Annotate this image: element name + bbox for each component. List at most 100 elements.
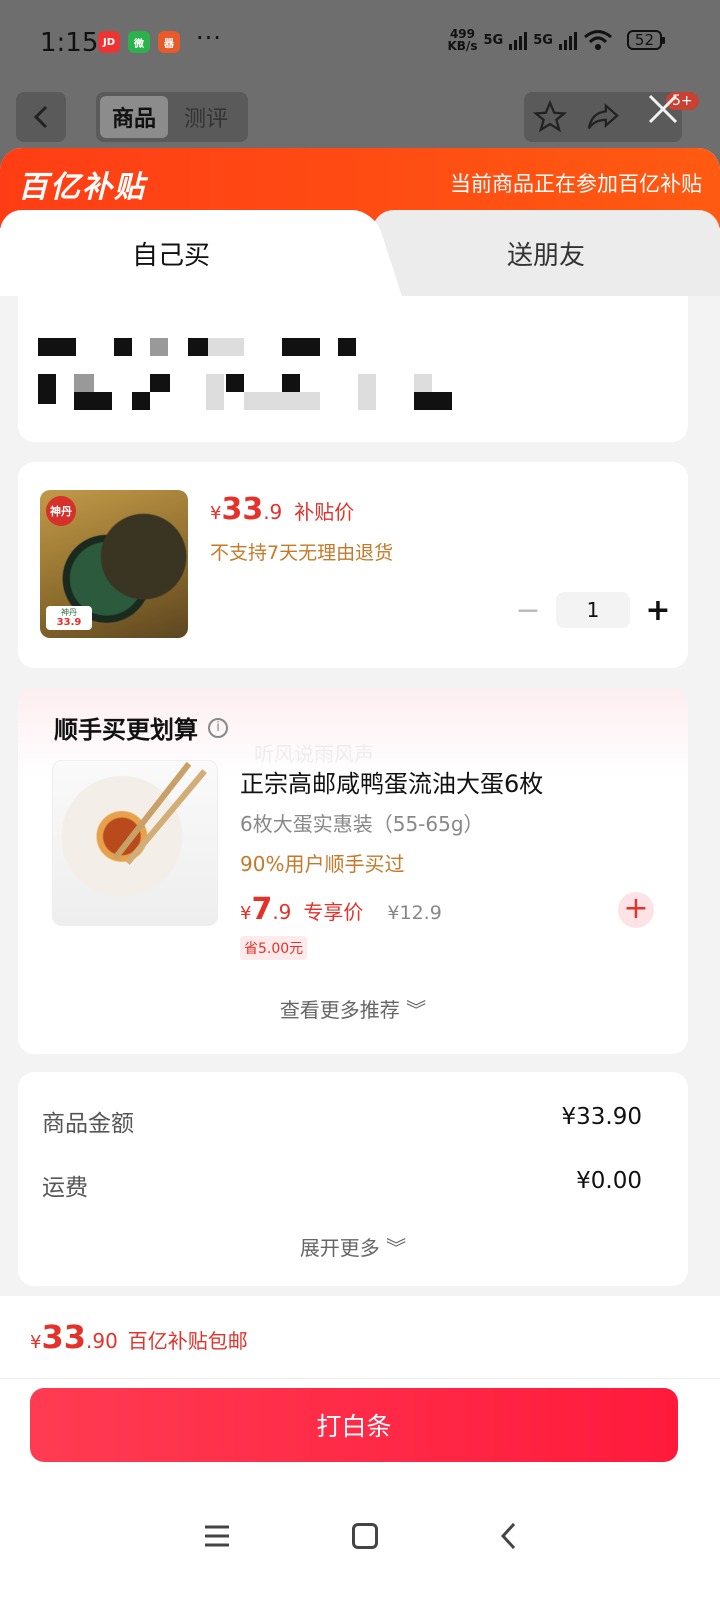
buy-mode-tabs: 送朋友 自己买: [0, 210, 720, 296]
redacted-block: [38, 338, 76, 356]
status-bar: 1:15 JD 微 器 ··· 499 KB/s 5G 5G 52: [0, 0, 720, 88]
status-time: 1:15: [40, 28, 99, 58]
back-nav-icon[interactable]: [498, 1521, 518, 1551]
expand-more-link[interactable]: 展开更多 ︾: [18, 1232, 688, 1261]
price-decimal: .9: [263, 500, 283, 524]
signal-bars-icon: [509, 30, 528, 50]
recommend-users-note: 90%用户顺手买过: [240, 852, 405, 876]
redacted-block: [414, 374, 432, 392]
subsidy-note: 当前商品正在参加百亿补贴: [450, 172, 702, 196]
redacted-block: [188, 338, 208, 356]
recommend-price: ¥ 7 .9 专享价 ¥12.9: [240, 892, 442, 927]
redacted-block: [150, 374, 170, 392]
net-speed: 499 KB/s: [447, 28, 477, 52]
redacted-block: [414, 392, 452, 410]
chopstick-graphic: [125, 769, 207, 865]
redacted-block: [114, 338, 132, 356]
pay-baitiao-button[interactable]: 打白条: [30, 1388, 678, 1462]
signal-bars-icon-2: [558, 30, 577, 50]
divider: [0, 1378, 720, 1379]
quantity-stepper: − 1 +: [508, 592, 678, 628]
chevron-left-icon: [33, 105, 48, 129]
battery-indicator: 52: [626, 30, 666, 50]
total-note: 百亿补贴包邮: [127, 1329, 248, 1353]
redacted-block: [38, 374, 56, 404]
redacted-block: [358, 374, 376, 410]
redacted-block: [282, 374, 300, 392]
redacted-block: [226, 374, 244, 392]
amount-row: 商品金额 ¥33.90: [42, 1104, 642, 1138]
savings-badge: 省5.00元: [240, 936, 308, 960]
more-recommendations-link[interactable]: 查看更多推荐 ︾: [18, 994, 688, 1023]
redacted-block: [74, 374, 94, 392]
redacted-block: [150, 338, 168, 356]
price-integer: 7: [251, 892, 273, 927]
tab-product[interactable]: 商品: [100, 96, 168, 138]
price-integer: 33: [221, 492, 264, 527]
product-image-brand: 神丹: [61, 608, 77, 617]
notification-app-icon: 器: [158, 31, 180, 53]
status-indicators: 499 KB/s 5G 5G 52: [447, 28, 666, 52]
wechat-app-icon: 微: [128, 31, 150, 53]
no-return-notice: 不支持7天无理由退货: [210, 542, 394, 564]
address-card[interactable]: [18, 296, 688, 442]
shipping-row: 运费 ¥0.00: [42, 1168, 642, 1202]
total-integer: 33: [41, 1318, 86, 1356]
shipping-label: 运费: [42, 1175, 88, 1201]
currency-symbol: ¥: [30, 1332, 42, 1353]
amount-value: ¥33.90: [561, 1104, 642, 1130]
chopstick-graphic: [112, 761, 192, 861]
system-nav-bar: [0, 1496, 720, 1576]
add-recommend-button[interactable]: +: [618, 892, 654, 928]
redacted-block: [244, 392, 320, 410]
recommend-title-text: 顺手买更划算: [54, 716, 198, 744]
jd-app-icon: JD: [98, 31, 120, 53]
tab-buy-self-label: 自己买: [131, 240, 210, 271]
shipping-value: ¥0.00: [576, 1168, 642, 1194]
tab-buy-self[interactable]: 自己买: [0, 210, 372, 296]
info-icon[interactable]: i: [208, 717, 228, 738]
order-summary-card: 商品金额 ¥33.90 运费 ¥0.00 展开更多 ︾: [18, 1072, 688, 1286]
signal-5g-label-2: 5G: [533, 32, 553, 48]
checkout-sheet: 百亿补贴 当前商品正在参加百亿补贴 送朋友 自己买 神丹 神丹 33.9 ¥ 3…: [0, 148, 720, 1600]
signal-5g-label: 5G: [483, 32, 504, 48]
price-label: 补贴价: [294, 500, 355, 524]
brand-logo: 神丹: [46, 496, 76, 526]
original-price: ¥12.9: [387, 902, 442, 924]
tab-review[interactable]: 测评: [168, 101, 244, 133]
close-icon: [648, 94, 678, 124]
quantity-minus-button[interactable]: −: [508, 593, 548, 628]
watermark: 听风说雨风声: [254, 742, 374, 766]
product-image-price-tag: 神丹 33.9: [46, 606, 92, 630]
quantity-input[interactable]: 1: [556, 592, 630, 628]
redacted-block: [132, 392, 150, 410]
total-price: ¥ 33 .90 百亿补贴包邮: [30, 1318, 248, 1356]
recommend-product-name[interactable]: 正宗高邮咸鸭蛋流油大蛋6枚: [240, 764, 543, 799]
wifi-icon: [583, 30, 612, 50]
tab-gift-friend[interactable]: 送朋友: [372, 210, 720, 296]
net-speed-unit: KB/s: [447, 39, 478, 53]
share-icon[interactable]: [586, 100, 620, 134]
star-icon[interactable]: [533, 100, 568, 134]
price-label: 专享价: [303, 900, 364, 924]
redacted-block: [206, 374, 224, 410]
product-card: 神丹 神丹 33.9 ¥ 33 .9 补贴价 不支持7天无理由退货 − 1 +: [18, 462, 688, 668]
page-tabs: 商品 测评: [96, 92, 248, 142]
close-sheet-button[interactable]: [640, 90, 686, 136]
redacted-block: [74, 392, 112, 410]
home-icon[interactable]: [352, 1523, 378, 1549]
recommend-card: 顺手买更划算 i 听风说雨风声 正宗高邮咸鸭蛋流油大蛋6枚 6枚大蛋实惠装（55…: [18, 688, 688, 1054]
currency-symbol: ¥: [210, 503, 222, 524]
recommend-product-image[interactable]: [52, 760, 218, 926]
back-button[interactable]: [16, 92, 66, 142]
product-price: ¥ 33 .9 补贴价: [210, 492, 354, 527]
quantity-plus-button[interactable]: +: [638, 593, 678, 628]
currency-symbol: ¥: [240, 903, 252, 924]
product-image[interactable]: 神丹 神丹 33.9: [40, 490, 188, 638]
amount-label: 商品金额: [42, 1111, 134, 1137]
subsidy-logo: 百亿补贴: [18, 170, 146, 205]
redacted-block: [282, 338, 320, 356]
menu-icon[interactable]: [202, 1523, 232, 1549]
redacted-block: [338, 338, 356, 356]
recommend-title: 顺手买更划算 i: [54, 710, 228, 745]
